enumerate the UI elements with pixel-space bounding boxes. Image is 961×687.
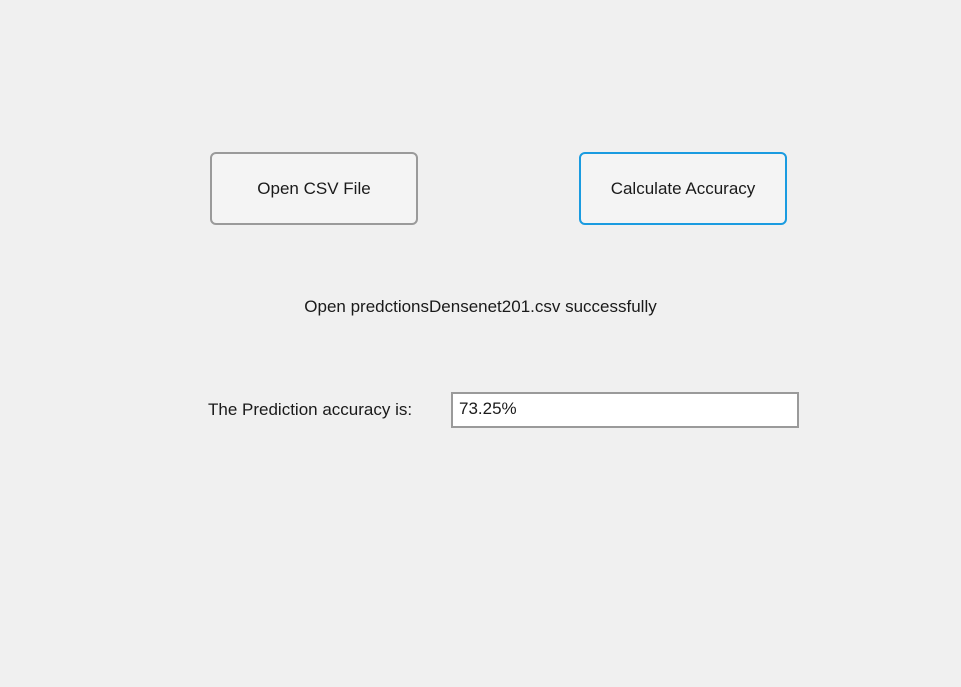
calculate-accuracy-button[interactable]: Calculate Accuracy: [579, 152, 787, 225]
status-message: Open predctionsDensenet201.csv successfu…: [304, 297, 657, 316]
open-csv-file-button[interactable]: Open CSV File: [210, 152, 418, 225]
accuracy-output-field[interactable]: 73.25%: [451, 392, 799, 428]
accuracy-label: The Prediction accuracy is:: [208, 400, 413, 419]
